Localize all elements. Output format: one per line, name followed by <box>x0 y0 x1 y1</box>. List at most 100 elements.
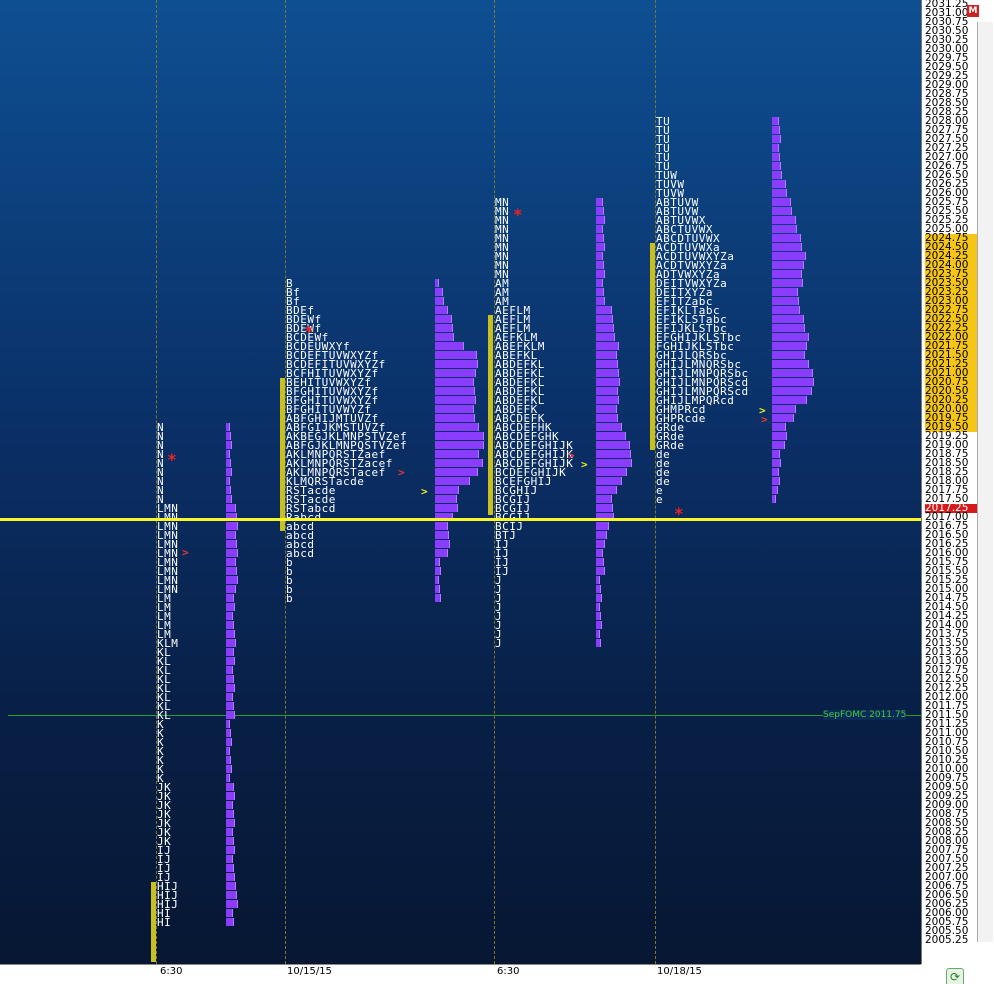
volume-bar <box>596 576 600 584</box>
volume-bar <box>596 207 604 215</box>
tpo-row: Bf <box>286 286 301 299</box>
volume-bar <box>596 504 613 512</box>
volume-bar <box>596 558 604 566</box>
volume-bar <box>596 351 617 359</box>
volume-bar <box>596 549 603 557</box>
star-icon: * <box>304 322 314 341</box>
arrow-right-icon: > <box>581 458 588 471</box>
volume-bar <box>435 432 484 440</box>
volume-bar <box>226 567 237 575</box>
volume-bar <box>596 306 612 314</box>
volume-bar <box>772 396 807 404</box>
volume-bar <box>226 720 230 728</box>
volume-bar <box>596 468 627 476</box>
volume-bar <box>226 468 232 476</box>
volume-bar <box>772 297 799 305</box>
tpo-row: J <box>495 619 503 632</box>
tpo-row: J <box>495 592 503 605</box>
volume-bar <box>772 144 779 152</box>
star-icon: * <box>513 205 523 224</box>
volume-bar <box>226 855 233 863</box>
volume-bar <box>226 612 233 620</box>
chart-plot-area[interactable]: SepFOMC 2011.75 N N N N N N N N N LMN LMN LMN LMN LMN… <box>0 0 921 964</box>
volume-bar <box>772 153 780 161</box>
tpo-row: J <box>495 583 503 596</box>
volume-bar <box>226 891 237 899</box>
volume-bar <box>435 477 470 485</box>
volume-bar <box>596 486 617 494</box>
volume-bar <box>435 504 458 512</box>
volume-bar <box>226 729 231 737</box>
volume-bar <box>435 468 478 476</box>
volume-bar <box>226 432 231 440</box>
tpo-row: HI <box>157 916 172 929</box>
volume-bar <box>435 441 484 449</box>
value-area-bar <box>650 243 655 450</box>
volume-bar <box>596 297 605 305</box>
volume-bar <box>772 432 787 440</box>
volume-bar <box>596 423 622 431</box>
volume-bar <box>596 405 617 413</box>
maximize-button[interactable]: M <box>967 5 979 17</box>
volume-bar <box>435 306 448 314</box>
volume-bar <box>226 603 235 611</box>
volume-bar <box>226 747 230 755</box>
volume-bar <box>772 423 786 431</box>
volume-bar <box>772 306 800 314</box>
tpo-row: abcd <box>286 547 315 560</box>
fomc-level-label: SepFOMC 2011.75 <box>823 710 907 720</box>
refresh-icon[interactable]: ⟳ <box>946 968 964 984</box>
volume-bar <box>772 126 780 134</box>
volume-bar <box>596 450 631 458</box>
volume-bar <box>596 585 601 593</box>
volume-bar <box>596 216 605 224</box>
volume-bar <box>226 801 233 809</box>
volume-bar <box>435 333 454 341</box>
arrow-right-icon: > <box>761 413 768 426</box>
tpo-row: b <box>286 574 294 587</box>
volume-bar <box>226 819 235 827</box>
volume-bar <box>435 423 479 431</box>
volume-bar <box>772 189 787 197</box>
volume-bar <box>435 324 453 332</box>
volume-bar <box>772 342 807 350</box>
volume-bar <box>596 387 618 395</box>
tpo-profile-1: NNNNNNNNNLMNLMNLMNLMNLMNLMNLMNLMNLMNLMNL… <box>157 422 178 929</box>
volume-bar <box>226 900 238 908</box>
volume-bar <box>772 441 785 449</box>
time-axis: 6:30 10/15/15 6:30 10/18/15 <box>0 964 921 984</box>
volume-bar <box>435 531 449 539</box>
volume-bar <box>226 540 237 548</box>
volume-bar <box>226 810 234 818</box>
volume-bar <box>596 396 619 404</box>
volume-bar <box>226 630 235 638</box>
tpo-profile-3: MN MN MN MN MN MN MN MN MN AM AM AM AEFLM AEFLM AEFLM A… <box>495 197 573 650</box>
tpo-row: J <box>495 637 503 650</box>
tpo-row: B <box>286 277 294 290</box>
volume-bar <box>772 207 792 215</box>
volume-bar <box>226 774 230 782</box>
vertical-scrollbar[interactable] <box>977 22 993 942</box>
volume-bar <box>596 324 614 332</box>
volume-bar <box>226 594 234 602</box>
volume-bar <box>772 333 809 341</box>
volume-bar <box>226 675 234 683</box>
volume-bar <box>435 405 474 413</box>
volume-bar <box>226 531 236 539</box>
volume-bar <box>226 702 234 710</box>
volume-bar <box>772 495 776 503</box>
volume-bar <box>226 558 236 566</box>
volume-bar <box>596 270 605 278</box>
volume-bar <box>772 198 791 206</box>
current-price-line <box>0 518 921 521</box>
volume-bar <box>772 387 812 395</box>
volume-bar <box>226 693 233 701</box>
tpo-profile-4: TU TU TU TU TU TU TUW TUVW TUVW ABTUVW ABTUVW ABTUV… <box>656 116 749 505</box>
arrow-right-icon: > <box>421 485 428 498</box>
volume-bar <box>596 342 619 350</box>
tpo-row: J <box>495 601 503 614</box>
volume-bar <box>226 882 236 890</box>
volume-bar <box>435 585 440 593</box>
volume-bar <box>435 414 475 422</box>
volume-bar <box>226 837 234 845</box>
